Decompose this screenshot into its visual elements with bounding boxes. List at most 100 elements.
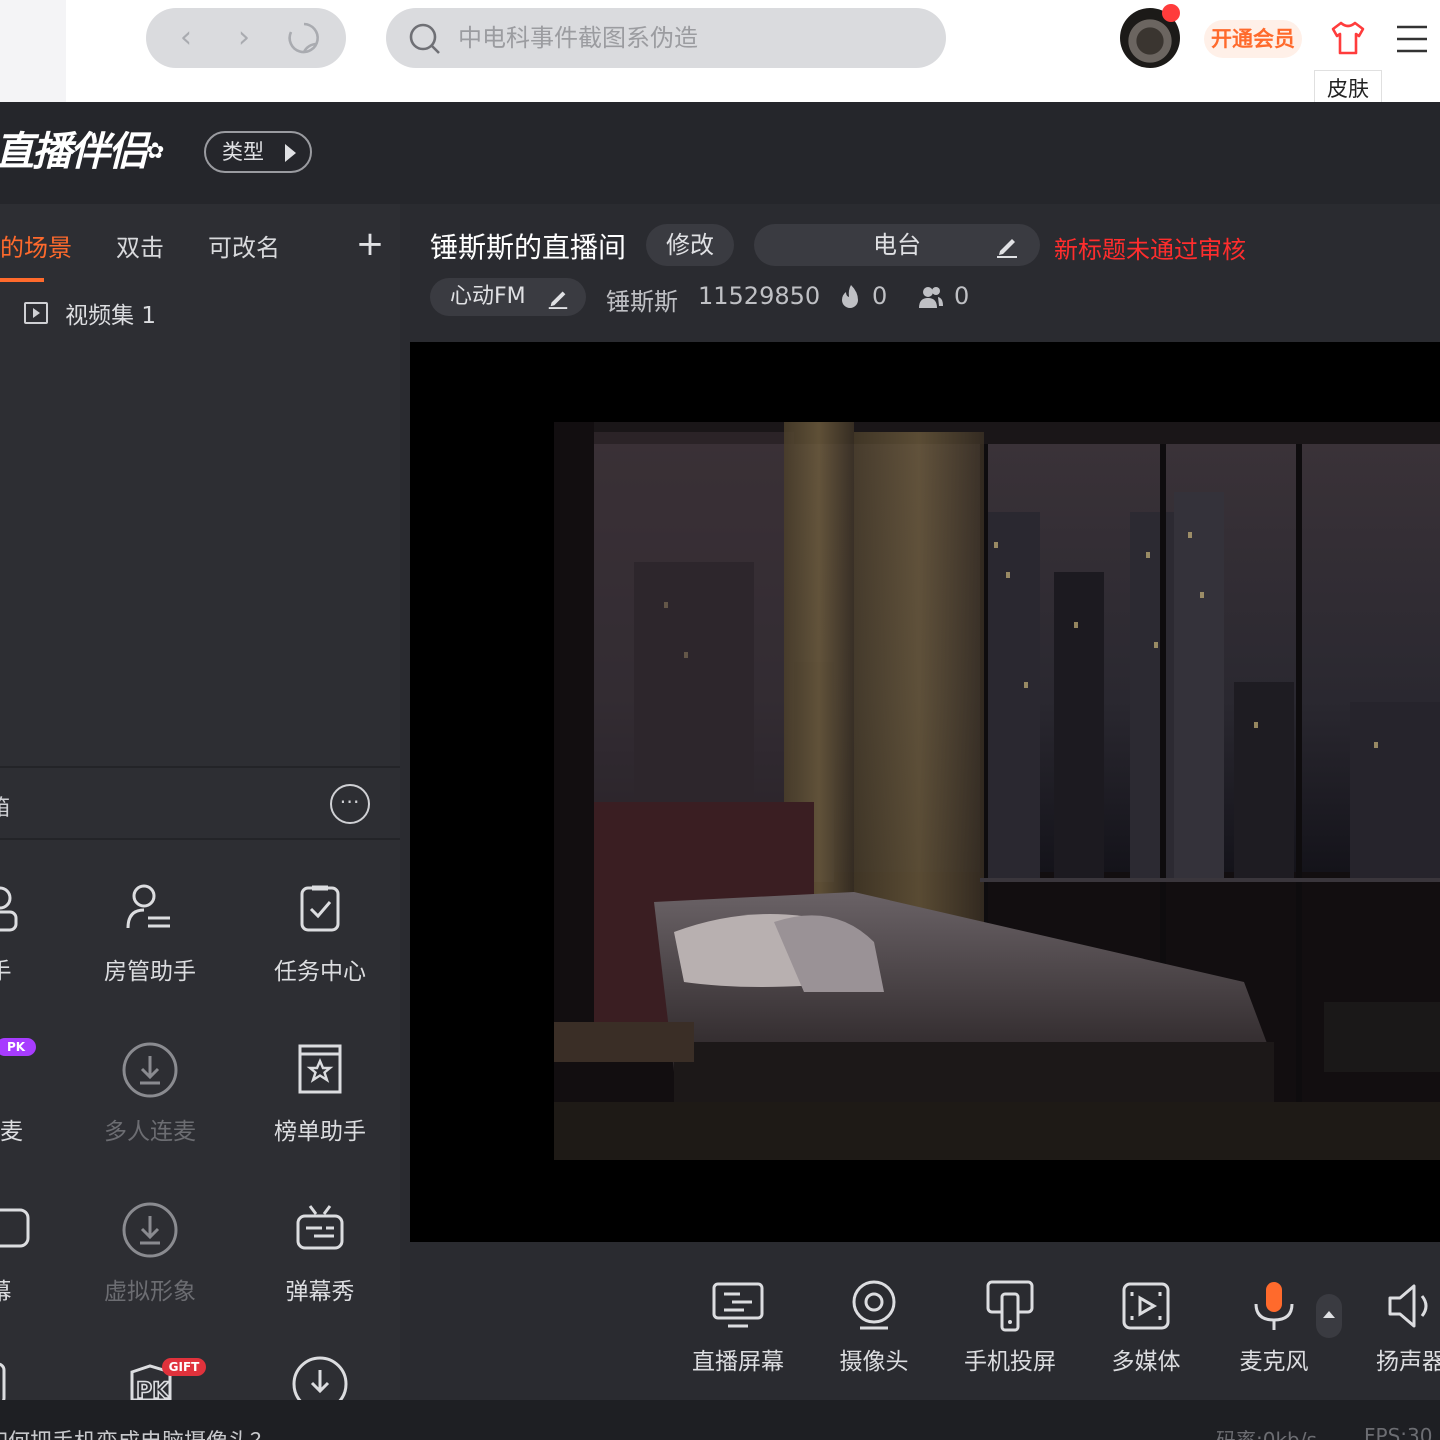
tool-label: 手 <box>0 959 12 985</box>
pk-badge: PK <box>0 1038 36 1056</box>
tool-label: 弹幕秀 <box>285 1279 355 1305</box>
speaker-icon <box>1388 1284 1428 1328</box>
bottom-tool-label: 麦克风 <box>1239 1349 1309 1375</box>
bottom-tool-label: 手机投屏 <box>964 1349 1056 1375</box>
source-item[interactable]: 视频集 1 <box>24 296 157 329</box>
tool-avatar[interactable]: 虚拟形象 <box>80 1200 220 1320</box>
browser-left-strip <box>0 0 66 102</box>
bottom-tool-label: 多媒体 <box>1111 1349 1181 1375</box>
screen-icon <box>712 1282 764 1328</box>
source-item-label: 视频集 1 <box>65 303 157 329</box>
tool-room-admin[interactable]: 房管助手 <box>80 880 220 1000</box>
tool-label: 多人连麦 <box>104 1119 196 1145</box>
microphone-icon <box>1254 1282 1294 1330</box>
more-icon[interactable]: ⋯ <box>330 784 370 824</box>
user-avatar[interactable] <box>1120 4 1180 68</box>
forward-icon[interactable]: › <box>226 20 262 56</box>
browser-toolbar: ‹ › 开通会员 皮肤 <box>0 0 1440 106</box>
tool-label: 任务中心 <box>274 959 366 985</box>
back-icon[interactable]: ‹ <box>168 20 204 56</box>
multimedia-icon <box>1122 1282 1170 1330</box>
toolbox-title: 箱 <box>0 790 10 822</box>
notification-dot <box>1162 4 1180 22</box>
assistant-icon <box>0 886 18 932</box>
tool-label: 连麦 <box>0 1119 23 1145</box>
app-logo-text: 直播伴侣 <box>0 129 148 175</box>
category-select[interactable]: 电台 <box>754 224 1040 266</box>
download-icon <box>122 1042 178 1098</box>
search-box[interactable] <box>386 8 946 68</box>
gift-badge: GIFT <box>162 1358 206 1376</box>
menu-icon[interactable] <box>1394 22 1430 56</box>
microphone-settings-toggle[interactable] <box>1316 1294 1342 1338</box>
leaderboard-icon <box>298 1044 342 1094</box>
app-logo: 直播伴侣✿ <box>0 124 164 180</box>
tool-danmaku-show[interactable]: 弹幕秀 <box>250 1200 390 1320</box>
refresh-icon[interactable] <box>286 20 322 56</box>
status-bar: 如何把手机变成电脑摄像头？ 码率:0kb/s FPS:30 <box>0 1400 1440 1440</box>
vip-button[interactable]: 开通会员 <box>1204 20 1302 58</box>
tool-leaderboard[interactable]: 榜单助手 <box>250 1040 390 1160</box>
tab-scene[interactable]: 的场景 <box>0 228 72 263</box>
bottom-tool-label: 扬声器 <box>1376 1349 1440 1375</box>
search-input[interactable] <box>458 18 918 58</box>
video-source-icon <box>24 302 48 324</box>
add-scene-button[interactable]: + <box>354 224 386 264</box>
stream-preview[interactable] <box>410 342 1440 1242</box>
logo-leaf-icon: ✿ <box>146 139 164 164</box>
search-icon <box>409 23 440 54</box>
tool-label: 榜单助手 <box>274 1119 366 1145</box>
room-tag-label: 心动FM <box>450 284 526 309</box>
toolbox-header: 箱 ⋯ <box>0 766 400 840</box>
tool-danmaku[interactable]: 幕 <box>0 1200 70 1320</box>
download-icon <box>122 1202 178 1258</box>
heat-icon <box>842 285 858 308</box>
skin-icon[interactable] <box>1328 18 1368 58</box>
tool-pk[interactable]: 连麦 <box>0 1040 70 1160</box>
download-icon[interactable] <box>290 1354 350 1400</box>
fps-readout: FPS:30 <box>1364 1424 1433 1440</box>
tool-task-center[interactable]: 任务中心 <box>250 880 390 1000</box>
edit-icon <box>997 239 1017 258</box>
bottom-tool-label: 直播屏幕 <box>692 1349 784 1375</box>
navigation-controls: ‹ › <box>146 8 346 68</box>
tab-double-click[interactable]: 双击 <box>116 228 164 263</box>
danmaku-icon <box>0 1208 30 1248</box>
tool-assistant[interactable]: 手 <box>0 880 70 1000</box>
preview-video-frame <box>554 422 1440 1160</box>
heat-count: 0 <box>872 282 888 310</box>
svg-text:PK: PK <box>136 1379 170 1400</box>
task-center-icon <box>300 885 340 932</box>
room-title: 锤斯斯的直播间 <box>430 231 627 264</box>
room-owner: 锤斯斯 <box>606 288 678 316</box>
type-button-label: 类型 <box>222 140 264 164</box>
tool-label: 房管助手 <box>104 959 196 985</box>
viewers-icon <box>919 287 943 308</box>
add-phone-cast-button[interactable]: 手机投屏 <box>940 1278 1080 1378</box>
help-tip-link[interactable]: 如何把手机变成电脑摄像头？ <box>0 1424 272 1440</box>
tool-partial-icon[interactable] <box>0 1360 10 1400</box>
bottom-tool-label: 摄像头 <box>839 1349 909 1375</box>
edit-title-button[interactable]: 修改 <box>646 224 734 266</box>
tab-renamable[interactable]: 可改名 <box>208 228 280 263</box>
speaker-button[interactable]: 扬声器 <box>1340 1278 1440 1378</box>
bitrate-readout: 码率:0kb/s <box>1216 1428 1317 1440</box>
room-tag[interactable]: 心动FM <box>430 278 586 316</box>
title-review-warning: 新标题未通过审核 <box>1054 236 1246 264</box>
active-tab-indicator <box>0 278 44 282</box>
danmaku-show-icon <box>296 1205 344 1250</box>
tool-multi-link[interactable]: 多人连麦 <box>80 1040 220 1160</box>
camera-icon <box>852 1280 896 1330</box>
phone-cast-icon <box>986 1280 1034 1332</box>
add-multimedia-button[interactable]: 多媒体 <box>1076 1278 1216 1378</box>
tool-label: 幕 <box>0 1279 12 1305</box>
type-button[interactable]: 类型 <box>204 131 312 173</box>
skin-tooltip: 皮肤 <box>1314 70 1382 106</box>
room-admin-icon <box>126 884 170 929</box>
room-id: 11529850 <box>698 282 821 310</box>
add-screen-button[interactable]: 直播屏幕 <box>668 1278 808 1378</box>
edit-icon <box>548 291 568 309</box>
scene-tabs: 的场景 双击 可改名 + <box>0 204 400 284</box>
category-label: 电台 <box>873 231 921 259</box>
add-camera-button[interactable]: 摄像头 <box>804 1278 944 1378</box>
